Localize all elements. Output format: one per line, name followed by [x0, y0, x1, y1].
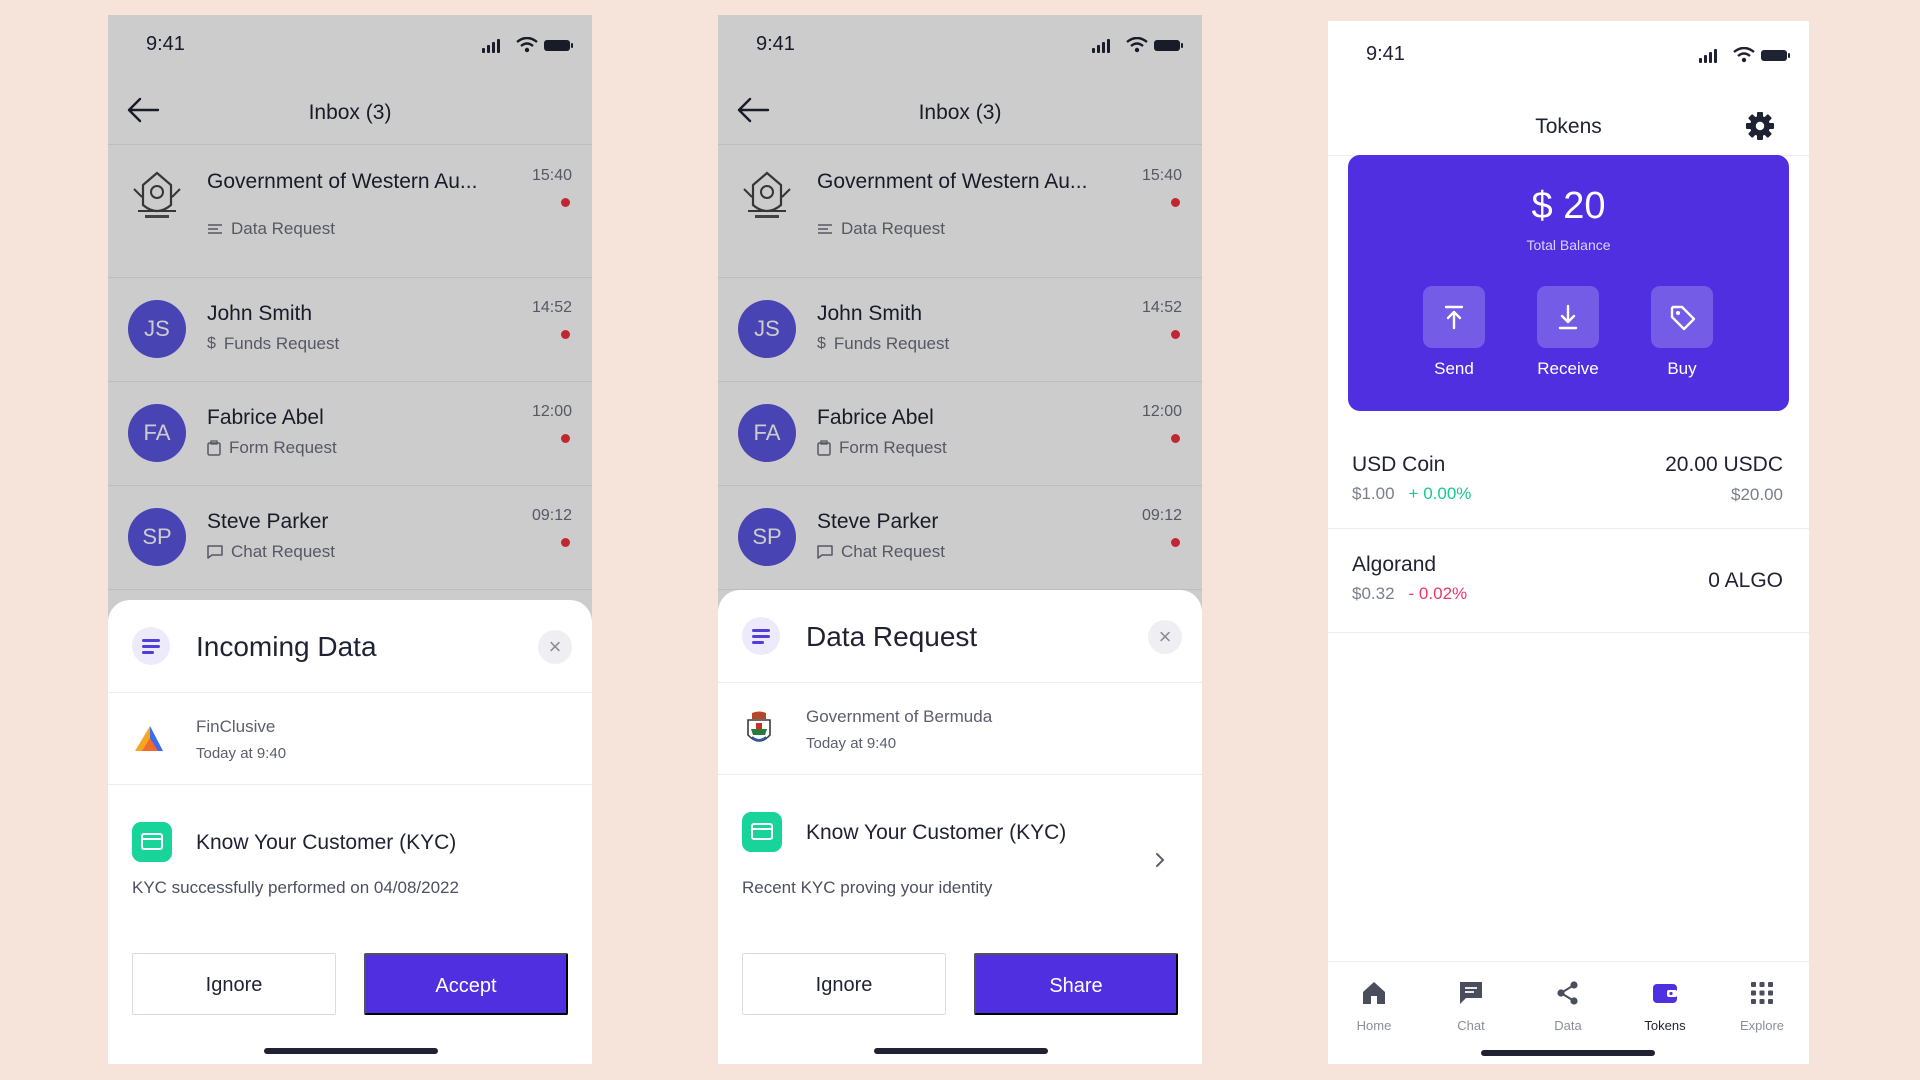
sender-name: Government of Bermuda: [806, 707, 993, 726]
token-price-line: $1.00 + 0.00%: [1352, 484, 1471, 504]
finclusive-logo: [135, 726, 163, 751]
token-price-line: $0.32 - 0.02%: [1352, 584, 1467, 604]
token-row[interactable]: USD Coin $1.00 + 0.00% 20.00 USDC $20.00: [1328, 429, 1809, 529]
sender-name: FinClusive: [196, 717, 276, 736]
close-icon[interactable]: ×: [538, 630, 572, 664]
signal-icon: [1699, 58, 1702, 63]
bermuda-crest-icon: [747, 711, 771, 742]
inbox-screen-incoming: 9:41 Inbox (3) Government of Western Au.…: [108, 15, 592, 1064]
ignore-button[interactable]: Ignore: [132, 953, 336, 1015]
price-change: + 0.00%: [1408, 484, 1472, 503]
tab-chat[interactable]: Chat: [1431, 980, 1511, 1040]
sheet-title: Data Request: [806, 621, 978, 652]
buy-label: Buy: [1667, 359, 1697, 378]
tab-label: Home: [1356, 1018, 1392, 1033]
home-icon: [1363, 982, 1385, 1004]
status-bar: 9:41: [1328, 21, 1809, 81]
signal-icon: [1704, 55, 1707, 63]
page-title: Tokens: [1535, 115, 1602, 138]
total-balance-label: Total Balance: [1526, 237, 1611, 253]
tab-label: Explore: [1739, 1018, 1785, 1033]
send-button[interactable]: [1423, 286, 1485, 348]
token-quantity: 0 ALGO: [1708, 569, 1783, 592]
signal-icon: [1714, 49, 1717, 63]
buy-button[interactable]: [1651, 286, 1713, 348]
incoming-data-sheet: Incoming Data × FinClusive Today at 9:40…: [108, 600, 592, 1064]
battery-icon: [1761, 50, 1790, 61]
sheet-title: Incoming Data: [196, 631, 377, 662]
home-indicator[interactable]: [874, 1048, 1048, 1054]
inbox-screen-request: 9:41 Inbox (3) Government of Western Au.…: [718, 15, 1202, 1064]
tab-explore[interactable]: Explore: [1722, 980, 1802, 1040]
sender-time: Today at 9:40: [806, 735, 897, 752]
token-usd-value: $20.00: [1731, 485, 1783, 504]
token-price: $1.00: [1352, 484, 1395, 503]
send-label: Send: [1434, 359, 1474, 378]
tab-data[interactable]: Data: [1528, 980, 1608, 1040]
token-row[interactable]: Algorand $0.32 - 0.02% 0 ALGO: [1328, 529, 1809, 633]
close-icon[interactable]: ×: [1148, 620, 1182, 654]
home-indicator[interactable]: [264, 1048, 438, 1054]
wallet-icon: [1653, 984, 1677, 1003]
sender-info: Government of Bermuda Today at 9:40: [718, 683, 1202, 775]
kyc-description: Recent KYC proving your identity: [742, 878, 993, 897]
id-card-icon: [132, 822, 172, 862]
balance-card: $ 20 Total Balance Send Receive Buy: [1348, 155, 1789, 411]
token-name: Algorand: [1352, 553, 1437, 576]
send-icon: [1444, 305, 1464, 330]
tab-home[interactable]: Home: [1334, 980, 1414, 1040]
tab-bar: Home Chat Data Tokens Explore: [1328, 961, 1809, 1064]
ignore-button[interactable]: Ignore: [742, 953, 946, 1015]
kyc-description: KYC successfully performed on 04/08/2022: [132, 878, 459, 897]
id-card-icon: [742, 812, 782, 852]
tab-tokens[interactable]: Tokens: [1625, 980, 1705, 1040]
token-quantity: 20.00 USDC: [1665, 453, 1783, 476]
sheet-header: Incoming Data ×: [108, 600, 592, 693]
kyc-title[interactable]: Know Your Customer (KYC): [806, 821, 1066, 845]
gear-icon[interactable]: [1745, 111, 1775, 141]
grid-icon: [1751, 982, 1773, 1004]
chat-icon: [1460, 982, 1482, 1004]
list-icon: [742, 617, 780, 655]
tokens-screen: 9:41 Tokens $ 20 Total Balance Send Rece…: [1328, 21, 1809, 1064]
accept-button[interactable]: Accept: [364, 953, 568, 1015]
download-icon: [1558, 304, 1578, 330]
chevron-right-icon[interactable]: [1152, 852, 1168, 868]
tab-label: Data: [1554, 1018, 1582, 1033]
receive-label: Receive: [1537, 359, 1599, 378]
kyc-title: Know Your Customer (KYC): [196, 831, 457, 854]
tag-icon: [1670, 305, 1696, 331]
home-indicator[interactable]: [1481, 1050, 1655, 1056]
tokens-header: Tokens: [1328, 81, 1809, 156]
share-icon: [1557, 981, 1578, 1005]
signal-icon: [1709, 52, 1712, 63]
list-icon: [132, 627, 170, 665]
sender-info: FinClusive Today at 9:40: [108, 693, 592, 785]
receive-button[interactable]: [1537, 286, 1599, 348]
sheet-header: Data Request ×: [718, 590, 1202, 683]
token-price: $0.32: [1352, 584, 1395, 603]
status-icons: [1699, 47, 1790, 63]
tab-label: Tokens: [1644, 1018, 1686, 1033]
sender-time: Today at 9:40: [196, 745, 287, 762]
token-name: USD Coin: [1352, 453, 1446, 476]
total-balance: $ 20: [1531, 185, 1606, 227]
status-time: 9:41: [1366, 43, 1405, 65]
tab-label: Chat: [1457, 1018, 1485, 1033]
price-change: - 0.02%: [1408, 584, 1468, 603]
wifi-icon: [1733, 47, 1755, 63]
data-request-sheet: Data Request × Government of Bermuda Tod…: [718, 590, 1202, 1064]
share-button[interactable]: Share: [974, 953, 1178, 1015]
